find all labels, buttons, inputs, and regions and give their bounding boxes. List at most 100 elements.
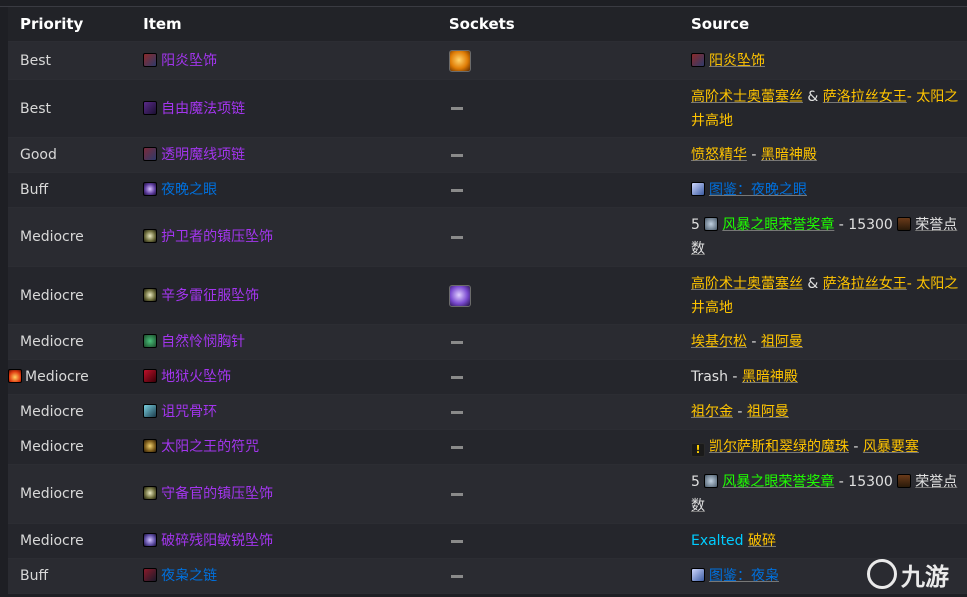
source-link[interactable]: 祖阿曼 <box>747 404 789 420</box>
no-socket-dash <box>450 153 463 157</box>
item-cell: 守备官的镇压坠饰 <box>131 464 437 524</box>
no-socket-dash <box>450 445 463 449</box>
priority-cell: Best <box>8 79 132 138</box>
socket-cell <box>436 207 679 267</box>
priority-cell: Mediocre <box>8 266 132 325</box>
watermark-logo-icon <box>867 559 897 589</box>
bone-collar-icon <box>143 404 158 418</box>
exalted-label: Exalted <box>690 533 744 549</box>
socket-cell <box>436 137 679 173</box>
source-link[interactable]: 高阶术士奥蕾塞丝 <box>691 276 803 292</box>
no-socket-dash <box>450 340 463 344</box>
source-cell: 图鉴：夜晚之眼 <box>678 172 967 208</box>
socket-cell <box>436 429 679 465</box>
source-link[interactable]: 祖阿曼 <box>761 334 803 350</box>
socket-cell <box>436 359 679 395</box>
table-row: Mediocre 破碎残阳敏锐坠饰 Exalted 破碎 <box>8 523 967 559</box>
socket-cell <box>436 558 679 594</box>
item-cell: 太阳之王的符咒 <box>131 429 437 465</box>
item-link[interactable]: 诅咒骨环 <box>161 404 217 420</box>
watermark-text: 九游 <box>901 563 949 591</box>
item-link[interactable]: 破碎残阳敏锐坠饰 <box>161 533 273 549</box>
sunfire-pendant-icon <box>143 52 158 67</box>
priority-cell: Mediocre <box>8 324 132 360</box>
table-row: Best 阳炎坠饰 阳炎坠饰 <box>8 41 967 80</box>
item-cell: 透明魔线项链 <box>131 137 437 173</box>
purple-gem-icon[interactable] <box>448 284 471 307</box>
orange-gem-icon[interactable] <box>448 49 471 72</box>
chain-icon <box>143 568 158 582</box>
priority-cell: Mediocre <box>8 394 132 430</box>
source-link[interactable]: 图鉴：夜晚之眼 <box>709 182 807 198</box>
bis-neck-table-view: Priority Item Sockets Source Best 阳炎坠饰 阳… <box>0 0 967 597</box>
brooch-icon <box>143 334 158 348</box>
source-trash: Trash - <box>690 369 742 385</box>
source-sep: & <box>802 88 823 105</box>
source-link[interactable]: 凯尔萨斯和翠绿的魔珠 <box>709 439 849 455</box>
recipe-scroll-icon <box>690 182 705 196</box>
item-link[interactable]: 太阳之王的符咒 <box>161 439 259 455</box>
recipe-scroll-icon <box>690 568 705 582</box>
source-link[interactable]: 萨洛拉丝女王 <box>823 89 907 105</box>
item-link[interactable]: 透明魔线项链 <box>161 147 245 163</box>
table-row: Good 透明魔线项链 愤怒精华 - 黑暗神殿 <box>8 137 967 173</box>
source-link[interactable]: 风暴要塞 <box>863 439 919 455</box>
item-link[interactable]: 地狱火坠饰 <box>161 369 231 385</box>
item-cell: 夜晚之眼 <box>131 172 437 208</box>
item-link[interactable]: 夜晚之眼 <box>161 182 217 198</box>
item-link[interactable]: 夜枭之链 <box>161 568 217 584</box>
priority-label: Mediocre <box>25 369 89 385</box>
item-link[interactable]: 自然怜悯胸针 <box>161 334 245 350</box>
no-socket-dash <box>450 235 463 239</box>
table-row: Mediocre 自然怜悯胸针 埃基尔松 - 祖阿曼 <box>8 324 967 360</box>
header-item: Item <box>131 7 437 42</box>
source-link[interactable]: 风暴之眼荣誉奖章 <box>722 217 834 233</box>
item-cell: 自由魔法项链 <box>131 79 437 138</box>
item-link[interactable]: 阳炎坠饰 <box>161 53 217 69</box>
source-link[interactable]: 破碎 <box>748 533 776 549</box>
table-row: Mediocre 太阳之王的符咒 ! 凯尔萨斯和翠绿的魔珠 - 风暴要塞 <box>8 429 967 465</box>
table-row: Best 自由魔法项链 高阶术士奥蕾塞丝 & 萨洛拉丝女王- 太阳之井高地 <box>8 79 967 138</box>
source-link[interactable]: 阳炎坠饰 <box>709 53 765 69</box>
item-cell: 自然怜悯胸针 <box>131 324 437 360</box>
source-cell: ! 凯尔萨斯和翠绿的魔珠 - 风暴要塞 <box>678 429 967 465</box>
top-border <box>0 0 967 7</box>
priority-cell: Good <box>8 137 132 173</box>
source-link[interactable]: 黑暗神殿 <box>761 147 817 163</box>
source-link[interactable]: 萨洛拉丝女王 <box>823 276 907 292</box>
item-cell: 夜枭之链 <box>131 558 437 594</box>
table-row: Buff 夜枭之链 图鉴：夜枭 <box>8 558 967 594</box>
item-link[interactable]: 护卫者的镇压坠饰 <box>161 229 273 245</box>
source-cell: Trash - 黑暗神殿 <box>678 359 967 395</box>
source-cell: 5 风暴之眼荣誉奖章 - 15300 荣誉点数 <box>678 207 967 267</box>
socket-cell <box>436 79 679 138</box>
no-socket-dash <box>450 107 463 110</box>
socket-cell <box>436 266 679 325</box>
header-sockets: Sockets <box>436 7 679 42</box>
source-cell: 祖尔金 - 祖阿曼 <box>678 394 967 430</box>
no-socket-dash <box>450 410 463 414</box>
no-socket-dash <box>450 574 463 578</box>
bis-table: Priority Item Sockets Source Best 阳炎坠饰 阳… <box>8 7 967 594</box>
pendant-icon <box>143 287 158 302</box>
source-link[interactable]: 高阶术士奥蕾塞丝 <box>691 89 803 105</box>
header-source: Source <box>678 7 967 42</box>
socket-cell <box>436 41 679 80</box>
item-link[interactable]: 守备官的镇压坠饰 <box>161 486 273 502</box>
source-cell: 埃基尔松 - 祖阿曼 <box>678 324 967 360</box>
item-cell: 地狱火坠饰 <box>131 359 437 395</box>
source-link[interactable]: 埃基尔松 <box>691 334 747 350</box>
talisman-icon <box>143 439 158 453</box>
socket-cell <box>436 394 679 430</box>
source-link[interactable]: 风暴之眼荣誉奖章 <box>722 474 834 490</box>
item-cell: 阳炎坠饰 <box>131 41 437 80</box>
source-link[interactable]: 祖尔金 <box>691 404 733 420</box>
item-link[interactable]: 自由魔法项链 <box>161 101 245 117</box>
mark-of-honor-icon <box>704 474 719 488</box>
no-socket-dash <box>450 375 463 379</box>
source-cost: - 15300 <box>834 217 898 233</box>
source-link[interactable]: 黑暗神殿 <box>742 369 798 385</box>
source-link[interactable]: 图鉴：夜枭 <box>709 568 779 584</box>
item-link[interactable]: 辛多雷征服坠饰 <box>161 288 259 304</box>
source-link[interactable]: 愤怒精华 <box>691 147 747 163</box>
